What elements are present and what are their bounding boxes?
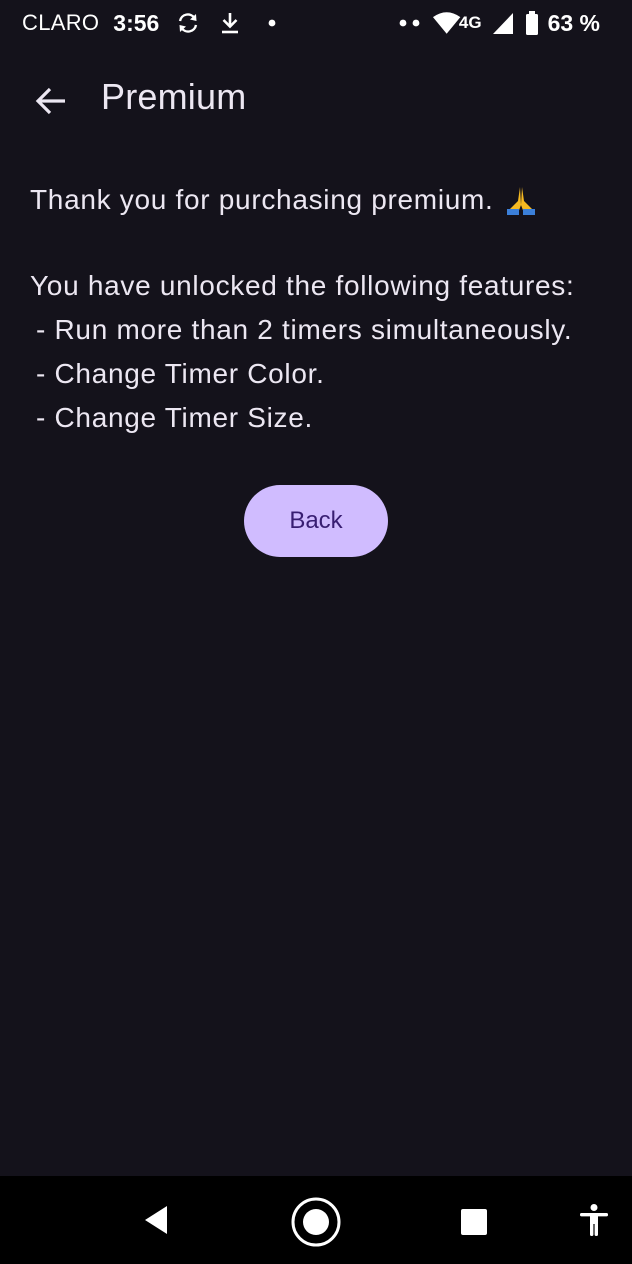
clock-time: 3:56: [113, 9, 160, 36]
nav-recents-icon[interactable]: [452, 1200, 496, 1244]
two-dots-icon: [396, 10, 424, 36]
signal-icon: [490, 10, 516, 36]
dot-icon: [259, 10, 285, 36]
download-icon: [217, 10, 243, 36]
status-bar-right: 4G 63 %: [396, 8, 600, 38]
app-bar: Premium: [0, 62, 632, 142]
page-title: Premium: [101, 76, 247, 117]
feature-item: - Change Timer Color.: [36, 358, 325, 389]
premium-content: Thank you for purchasing premium. You ha…: [30, 176, 620, 440]
back-button[interactable]: Back: [244, 485, 388, 557]
sync-icon: [175, 10, 201, 36]
status-bar: CLARO 3:56 4G 63 %: [0, 0, 632, 46]
accessibility-icon[interactable]: [572, 1198, 616, 1242]
nav-back-icon[interactable]: [134, 1198, 178, 1242]
battery-percent: 63 %: [547, 9, 600, 36]
thanks-message: Thank you for purchasing premium.: [30, 184, 494, 215]
features-intro: You have unlocked the following features…: [30, 270, 575, 301]
navigation-bar: [0, 1176, 632, 1264]
network-type: 4G: [458, 13, 482, 32]
folded-hands-icon: [504, 183, 538, 217]
feature-item: - Change Timer Size.: [36, 402, 313, 433]
nav-home-icon[interactable]: [288, 1194, 344, 1250]
feature-item: - Run more than 2 timers simultaneously.: [36, 314, 573, 345]
carrier-name: CLARO: [22, 10, 100, 35]
thanks-line: Thank you for purchasing premium.: [30, 176, 620, 224]
battery-icon: [524, 10, 540, 36]
wifi-icon: 4G: [432, 10, 482, 36]
status-bar-left: CLARO 3:56: [22, 8, 285, 38]
arrow-left-icon[interactable]: [30, 80, 72, 122]
